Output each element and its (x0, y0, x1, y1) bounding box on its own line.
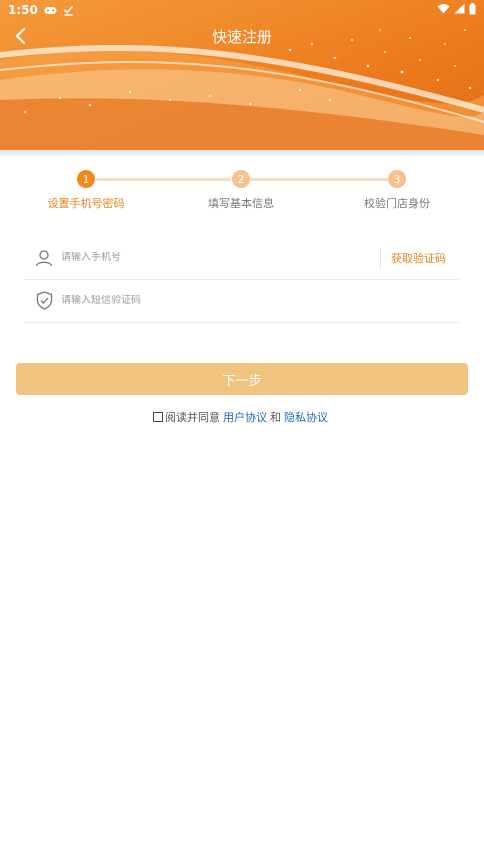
registration-steps: 1 2 3 设置手机号密码 填写基本信息 校验门店身份 (0, 168, 484, 218)
wifi-icon (437, 3, 450, 17)
shield-check-icon (33, 290, 55, 312)
get-code-button[interactable]: 获取验证码 (391, 250, 446, 266)
field-divider (380, 247, 381, 268)
register-screen: 1:50 快速注册 1 2 3 设置手机号密码 填写基本信息 校验门店身份 请输… (0, 0, 484, 860)
agree-checkbox[interactable] (153, 412, 163, 422)
header-banner: 1:50 快速注册 (0, 0, 484, 150)
download-done-icon (63, 5, 74, 16)
step-1-label: 设置手机号密码 (47, 197, 125, 210)
privacy-agreement-link[interactable]: 隐私协议 (284, 409, 328, 425)
step-2-indicator: 2 (232, 170, 250, 188)
status-time: 1:50 (8, 3, 38, 17)
step-2-label: 填写基本信息 (208, 197, 274, 210)
agreement-row: 阅读并同意 用户协议 和 隐私协议 (0, 409, 484, 425)
status-bar: 1:50 (0, 0, 484, 20)
banner-wave-decoration (0, 29, 484, 150)
sms-code-input[interactable] (61, 295, 460, 306)
signal-icon (454, 3, 465, 17)
step-3-indicator: 3 (388, 170, 406, 188)
user-agreement-link[interactable]: 用户协议 (223, 409, 267, 425)
banner-divider (0, 150, 484, 156)
step-connector-2 (250, 178, 388, 181)
agree-text: 阅读并同意 (165, 411, 220, 424)
step-3-label: 校验门店身份 (364, 197, 430, 210)
step-1-indicator: 1 (77, 170, 95, 188)
gamepad-icon (44, 6, 57, 15)
phone-field: 获取验证码 (24, 236, 460, 280)
next-step-button[interactable]: 下一步 (16, 363, 468, 395)
agree-conjunction: 和 (270, 411, 281, 424)
battery-icon (469, 2, 476, 18)
page-title: 快速注册 (211, 28, 272, 46)
sms-code-field (24, 279, 460, 323)
step-connector-1 (95, 178, 231, 181)
phone-input[interactable] (61, 252, 380, 263)
user-icon (33, 247, 55, 269)
